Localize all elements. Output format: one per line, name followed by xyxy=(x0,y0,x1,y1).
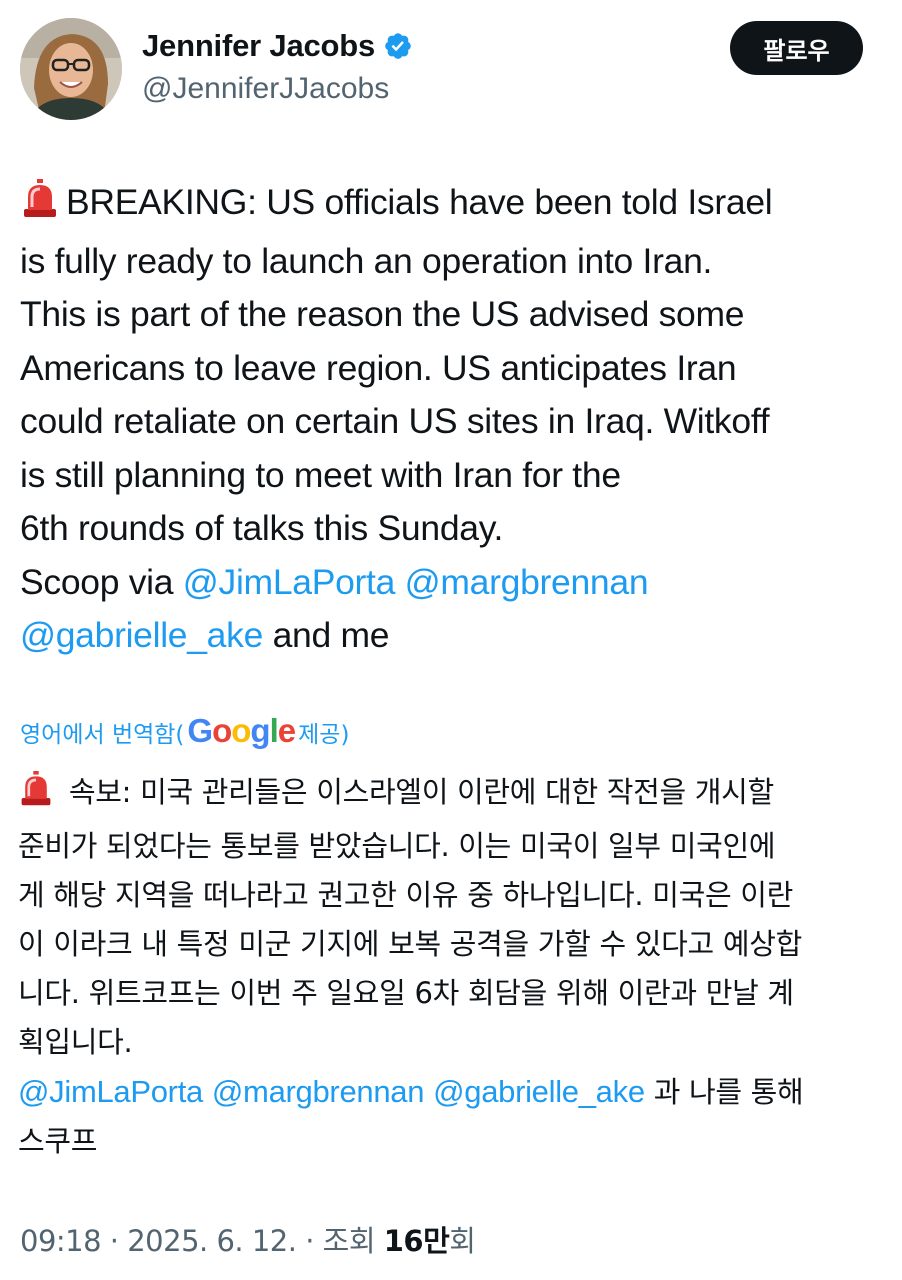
tweet-line: This is part of the reason the US advise… xyxy=(20,294,745,334)
siren-emoji-icon xyxy=(18,771,54,822)
tweet-date[interactable]: 2025. 6. 12. xyxy=(127,1224,297,1258)
scoop-line: Scoop via @JimLaPorta @margbrennan xyxy=(20,556,890,610)
tweet-line: is fully ready to launch an operation in… xyxy=(20,240,713,281)
mention-link[interactable]: @margbrennan xyxy=(212,1074,425,1109)
tweet-line: could retaliate on certain US sites in I… xyxy=(20,401,770,441)
scoop-prefix: Scoop via xyxy=(20,561,174,602)
translated-line: 속보: 미국 관리들은 이스라엘이 이란에 대한 작전을 개시할 xyxy=(18,768,890,822)
translated-text: 속보: 미국 관리들은 이스라엘이 이란에 대한 작전을 개시할 준비가 되었다… xyxy=(18,768,890,1166)
translated-line: 니다. 위트코프는 이번 주 일요일 6차 회담을 위해 이란과 만날 계 xyxy=(18,976,794,1010)
views-label: 조회 xyxy=(322,1224,376,1258)
translation-label-prefix: 영어에서 번역함( xyxy=(20,722,185,748)
translated-line: 이 이라크 내 특정 미군 기지에 보복 공격을 가할 수 있다고 예상합 xyxy=(18,927,802,961)
meta-separator: · xyxy=(109,1224,119,1258)
tweet-meta: 09:18 · 2025. 6. 12. · 조회 16만 회 xyxy=(20,1218,476,1260)
scoop-suffix: and me xyxy=(272,615,390,655)
tweet-text: BREAKING: US officials have been told Is… xyxy=(20,176,890,663)
tweet-line-text: BREAKING: US officials have been told Is… xyxy=(66,182,773,222)
views-unit: 회 xyxy=(449,1224,476,1258)
google-logo: Google xyxy=(187,712,296,749)
avatar[interactable] xyxy=(20,18,122,120)
mention-link[interactable]: @margbrennan xyxy=(405,562,649,602)
name-row: Jennifer Jacobs xyxy=(142,28,413,64)
tweet-line: is still planning to meet with Iran for … xyxy=(20,454,621,495)
translated-line: 준비가 되었다는 통보를 받았습니다. 이는 미국이 일부 미국인에 xyxy=(18,829,776,863)
translated-line: 게 해당 지역을 떠나라고 권고한 이유 중 하나입니다. 미국은 이란 xyxy=(18,878,794,912)
mention-link[interactable]: @JimLaPorta xyxy=(183,562,396,602)
translated-line: 스쿠프 xyxy=(18,1124,98,1158)
translated-line: 획입니다. xyxy=(18,1025,133,1059)
tweet-time[interactable]: 09:18 xyxy=(20,1224,102,1258)
views-count[interactable]: 16만 xyxy=(384,1218,450,1260)
tweet-line: 6th rounds of talks this Sunday. xyxy=(20,508,504,548)
mention-link[interactable]: @gabrielle_ake xyxy=(433,1074,645,1109)
translation-attribution[interactable]: 영어에서 번역함( Google 제공) xyxy=(20,712,349,752)
tweet-line: Americans to leave region. US anticipate… xyxy=(20,347,737,388)
translated-scoop-suffix: 과 나를 통해 xyxy=(653,1075,804,1109)
verified-badge-icon[interactable] xyxy=(383,31,413,61)
scoop-line: @gabrielle_ake and me xyxy=(20,609,890,663)
translation-label-suffix: 제공) xyxy=(298,722,350,748)
tweet-header: Jennifer Jacobs @JenniferJJacobs 팔로우 xyxy=(0,0,902,140)
meta-separator: · xyxy=(305,1224,314,1258)
translated-scoop-line: @JimLaPorta @margbrennan @gabrielle_ake … xyxy=(18,1067,890,1117)
follow-button[interactable]: 팔로우 xyxy=(730,21,863,75)
display-name[interactable]: Jennifer Jacobs xyxy=(142,28,375,64)
mention-link[interactable]: @JimLaPorta xyxy=(18,1074,203,1109)
mention-link[interactable]: @gabrielle_ake xyxy=(20,615,263,655)
siren-emoji-icon xyxy=(20,179,60,235)
translated-line-text: 속보: 미국 관리들은 이스라엘이 이란에 대한 작전을 개시할 xyxy=(68,775,774,809)
handle[interactable]: @JenniferJJacobs xyxy=(142,72,389,106)
tweet-line: BREAKING: US officials have been told Is… xyxy=(20,176,890,235)
